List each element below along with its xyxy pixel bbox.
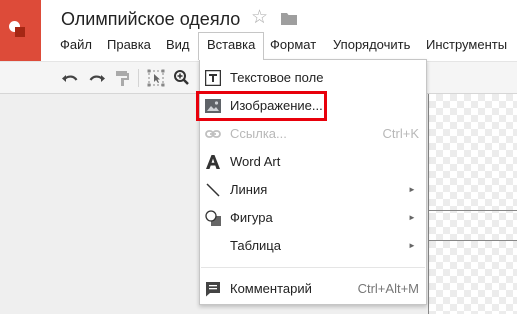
menu-item-label: Фигура (230, 210, 273, 225)
submenu-arrow-icon: ► (408, 213, 416, 222)
folder-icon[interactable] (281, 12, 297, 25)
menu-item-line[interactable]: Линия ► (200, 176, 426, 204)
toolbar-separator (138, 69, 139, 87)
drawing-canvas[interactable] (428, 94, 517, 314)
paint-format-icon[interactable] (111, 67, 133, 89)
menu-item-link[interactable]: Ссылка... Ctrl+K (200, 120, 426, 148)
menu-item-text-box[interactable]: Текстовое поле (200, 64, 426, 92)
menu-item-shortcut: Ctrl+Alt+M (357, 281, 419, 296)
line-icon (206, 183, 220, 197)
google-drawings-logo[interactable] (0, 0, 41, 61)
submenu-arrow-icon: ► (408, 241, 416, 250)
menu-item-label: Линия (230, 182, 268, 197)
menu-edit[interactable]: Правка (99, 32, 159, 58)
menu-item-label: Word Art (230, 154, 281, 169)
menu-item-label: Текстовое поле (230, 70, 324, 85)
submenu-arrow-icon: ► (408, 185, 416, 194)
menu-item-label: Ссылка... (230, 126, 287, 141)
canvas-line (429, 210, 517, 211)
menu-item-comment[interactable]: Комментарий Ctrl+Alt+M (200, 275, 426, 303)
word-art-icon (206, 155, 220, 169)
menu-view[interactable]: Вид (158, 32, 198, 58)
menu-tools[interactable]: Инструменты (418, 32, 515, 58)
menu-item-shortcut: Ctrl+K (382, 126, 419, 141)
app-header: Олимпийское одеяло ☆ Файл Правка Вид Вст… (0, 0, 517, 62)
menu-file[interactable]: Файл (52, 32, 100, 58)
highlight-annotation (196, 91, 327, 121)
menu-item-word-art[interactable]: Word Art (200, 148, 426, 176)
redo-icon[interactable] (86, 67, 108, 89)
undo-icon[interactable] (59, 67, 81, 89)
menu-insert[interactable]: Вставка (198, 32, 265, 60)
menu-format[interactable]: Формат (262, 32, 324, 58)
shape-icon (205, 210, 221, 226)
select-icon[interactable] (145, 67, 167, 89)
menu-item-table[interactable]: Таблица ► (200, 232, 426, 260)
canvas-line (429, 240, 517, 241)
comment-icon (206, 282, 220, 297)
document-title[interactable]: Олимпийское одеяло (61, 9, 240, 30)
link-icon (205, 130, 221, 138)
menu-item-label: Таблица (230, 238, 281, 253)
menu-divider (201, 267, 425, 268)
menu-item-shape[interactable]: Фигура ► (200, 204, 426, 232)
text-box-icon (205, 70, 221, 86)
logo-square (15, 27, 25, 37)
menu-arrange[interactable]: Упорядочить (325, 32, 418, 58)
menu-item-label: Комментарий (230, 281, 312, 296)
zoom-icon[interactable] (171, 67, 193, 89)
star-icon[interactable]: ☆ (251, 8, 268, 27)
